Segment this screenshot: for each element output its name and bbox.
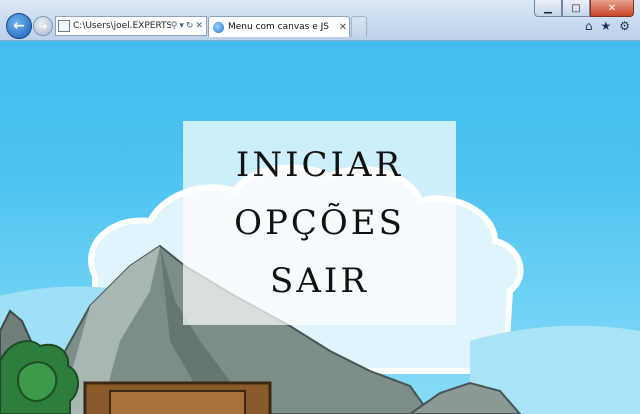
browser-chrome: ▁ □ ✕ ← → C:\Users\joel.EXPERTSIP ⚲ ▾ ↻ … [0,0,640,41]
star-icon[interactable]: ★ [600,19,611,33]
forward-button[interactable]: → [33,16,53,36]
new-tab-button[interactable] [351,16,367,37]
back-arrow-icon: ← [13,18,25,34]
address-text[interactable]: C:\Users\joel.EXPERTSIP [73,21,171,31]
window-controls: ▁ □ ✕ [534,0,634,17]
chevron-down-icon[interactable]: ▾ [179,21,184,31]
gear-icon[interactable]: ⚙ [619,19,630,33]
close-icon[interactable]: ✕ [195,21,203,31]
page-file-icon [58,20,70,32]
address-bar[interactable]: C:\Users\joel.EXPERTSIP ⚲ ▾ ↻ ✕ [55,16,207,36]
menu-item-iniciar[interactable]: INICIAR [236,143,403,187]
tab-title: Menu com canvas e JS [228,22,329,32]
tab-close-icon[interactable]: ✕ [337,22,349,33]
back-button[interactable]: ← [6,13,32,39]
main-menu: INICIAR OPÇÕES SAIR [183,121,456,325]
address-tools: ⚲ ▾ ↻ ✕ [171,21,206,31]
home-icon[interactable]: ⌂ [585,19,593,33]
toolbar-icons: ⌂ ★ ⚙ [585,19,630,33]
minimize-button[interactable]: ▁ [534,0,562,17]
menu-item-opcoes[interactable]: OPÇÕES [234,201,405,245]
close-window-button[interactable]: ✕ [590,0,634,17]
refresh-icon[interactable]: ↻ [186,21,194,31]
search-icon[interactable]: ⚲ [171,21,178,31]
forward-arrow-icon: → [38,19,48,33]
maximize-button[interactable]: □ [562,0,590,17]
menu-item-sair[interactable]: SAIR [270,259,369,303]
game-canvas[interactable]: INICIAR OPÇÕES SAIR [0,41,640,414]
tab-active[interactable]: Menu com canvas e JS ✕ [208,16,350,37]
ie-favicon-icon [213,21,224,33]
wooden-crate [83,381,272,414]
